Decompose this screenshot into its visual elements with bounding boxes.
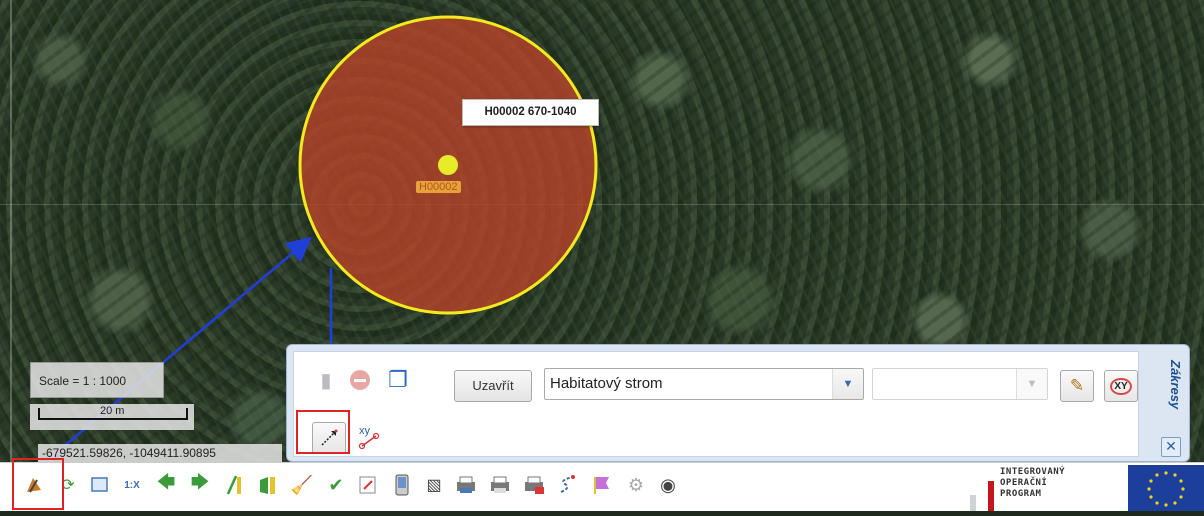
logo-line: OPERAČNÍ [1000,478,1048,488]
edit-pencil-button[interactable]: ✎ [1060,370,1094,402]
add-xy-button[interactable]: xy [354,420,386,452]
zoom-box-icon[interactable] [86,471,114,499]
logo-line: INTEGROVANÝ [1000,467,1066,477]
eu-flag-logo [1128,465,1204,511]
tree-point[interactable] [438,155,458,175]
logo-bar-red [988,481,994,511]
annotation-arrow [35,236,312,471]
drawing-edit-panel: ▮ ❐ Uzavřít Habitatový strom ▼ ▼ ✎ XY xy [286,344,1190,462]
map-toolbar: ⟳ 1:X 🡄 🡆 🧹 ✔ ▧ ⚙ ◉ INTEGROVANÝ OPERAČNÍ… [0,462,1204,511]
close-panel-icon[interactable]: ✕ [1161,437,1181,457]
print-2-icon[interactable] [486,471,514,499]
panel-content: ▮ ❐ Uzavřít Habitatový strom ▼ ▼ ✎ XY xy [293,351,1139,457]
measure-line-icon[interactable] [220,471,248,499]
logo-bar-gray [970,495,976,511]
flag-icon[interactable] [588,471,616,499]
delete-button[interactable] [346,366,374,394]
secondary-select[interactable]: ▼ [872,368,1048,400]
feature-type-value: Habitatový strom [550,375,663,392]
print-pdf-icon[interactable] [520,471,548,499]
chevron-down-icon[interactable]: ▼ [832,369,863,399]
forward-icon[interactable]: 🡆 [186,471,214,499]
windows-icon[interactable]: ❐ [384,366,412,394]
chevron-down-icon[interactable]: ▼ [1016,369,1047,399]
delete-xy-button[interactable]: XY [1104,370,1138,402]
highlight-draw-tool [12,458,64,510]
iop-logo: INTEGROVANÝ OPERAČNÍ PROGRAM [970,465,1116,511]
pda-icon[interactable] [388,471,416,499]
tree-id-label: H00002 [416,181,461,193]
scale-bar: 20 m [30,404,194,430]
close-button[interactable]: Uzavřít [454,370,532,402]
save-icon[interactable]: ▮ [312,366,340,394]
logo-text: INTEGROVANÝ OPERAČNÍ PROGRAM [1000,467,1065,500]
minus-circle-icon [350,370,370,390]
scale-bar-line [38,408,188,420]
clear-icon[interactable]: 🧹 [288,471,316,499]
logo-line: PROGRAM [1000,489,1042,499]
scale-bar-label: 20 m [100,405,125,417]
export-icon[interactable] [354,471,382,499]
pencil-icon: ✎ [1069,376,1085,395]
print-icon[interactable] [452,471,480,499]
route-icon[interactable] [554,471,582,499]
xy-delete-icon: XY [1110,377,1132,395]
binoculars-icon[interactable]: ▧ [420,471,448,499]
highlight-draw-point [296,410,350,454]
tree-info-label: H00002 670-1040 [462,99,599,126]
select-icon[interactable]: ✔ [322,471,350,499]
settings-icon[interactable]: ⚙ [622,471,650,499]
eye-icon[interactable]: ◉ [654,471,682,499]
tab-zakresy[interactable]: Zákresy [1153,355,1183,415]
back-icon[interactable]: 🡄 [152,471,180,499]
eu-stars-icon [1147,471,1185,507]
xy-point-icon: xy [358,425,380,450]
measure-area-icon[interactable] [254,471,282,499]
cursor-coordinates: -679521.59826, -1049411.90895 [38,444,282,462]
feature-type-select[interactable]: Habitatový strom ▼ [544,368,864,400]
scale-display: Scale = 1 : 1000 [30,362,164,398]
xy-add-text: xy [359,425,371,437]
zoom-1x-icon[interactable]: 1:X [118,471,146,499]
